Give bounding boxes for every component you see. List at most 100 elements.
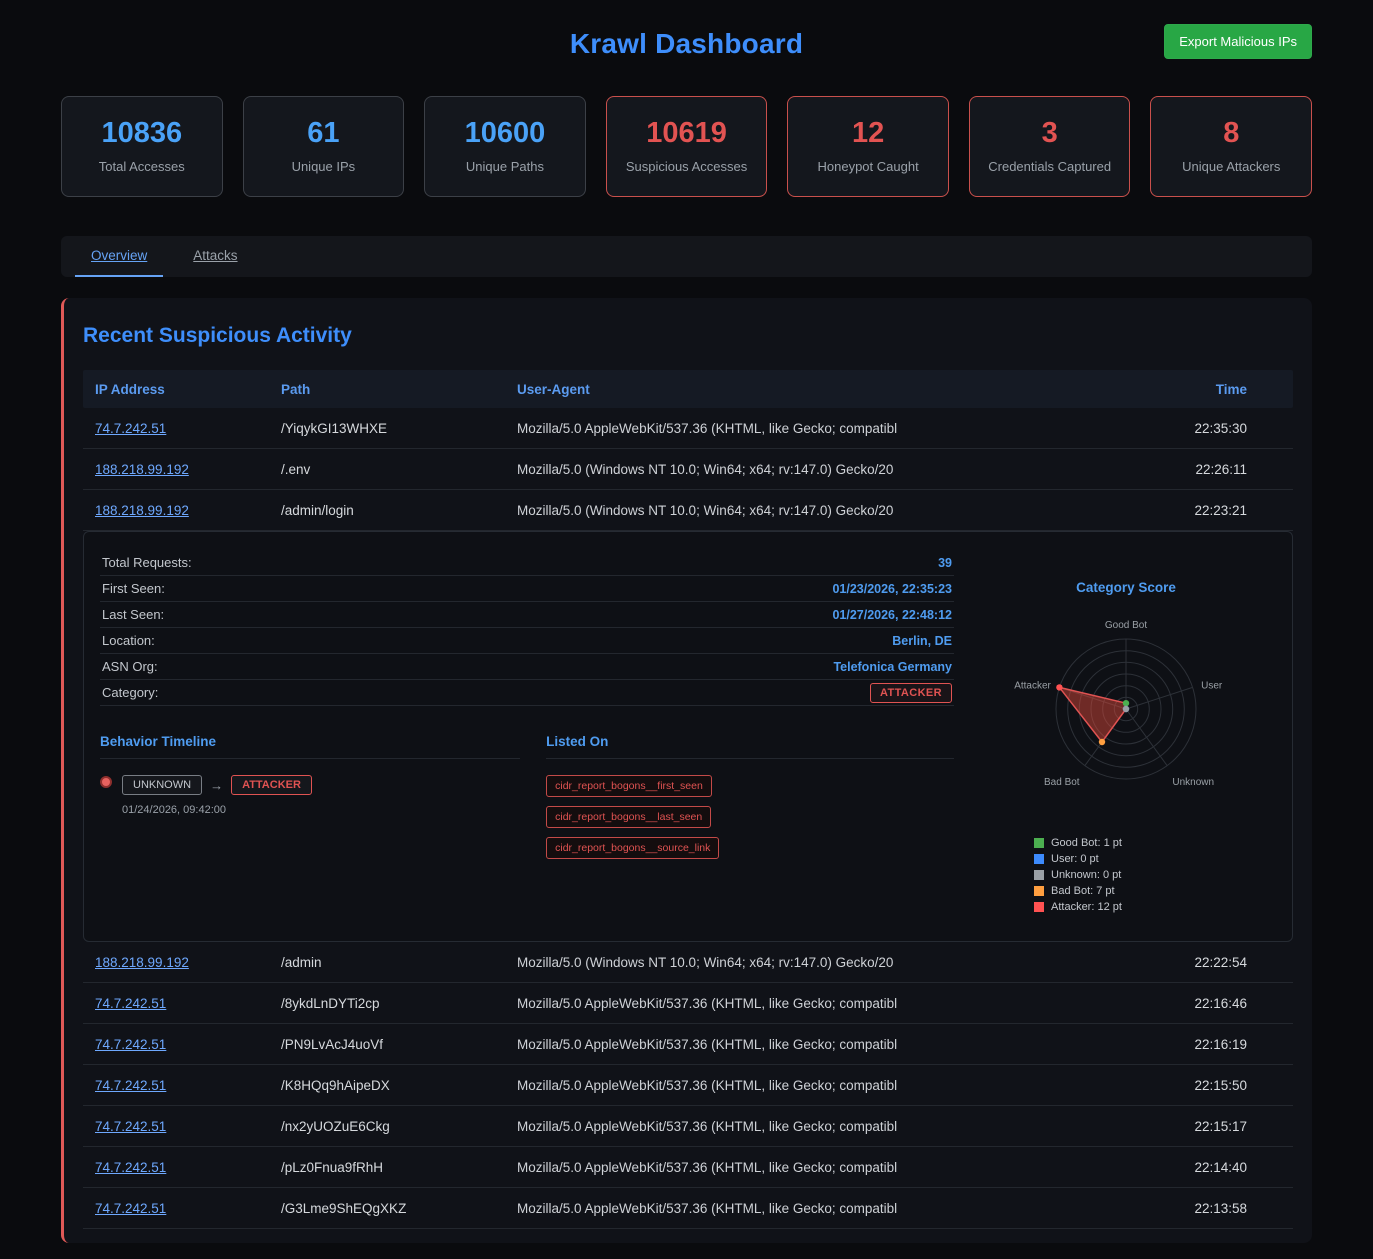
arrow-right-icon: → [210,778,223,793]
table-row[interactable]: 74.7.242.51/8ykdLnDYTi2cpMozilla/5.0 App… [83,983,1293,1024]
legend-label: Unknown: 0 pt [1051,869,1121,881]
detail-field-value: 01/23/2026, 22:35:23 [832,582,952,596]
table-rows-before-detail: 74.7.242.51/YiqykGI13WHXEMozilla/5.0 App… [83,408,1293,531]
table-row[interactable]: 74.7.242.51/G3Lme9ShEQgXKZMozilla/5.0 Ap… [83,1188,1293,1229]
ip-detail-fields-area: Total Requests:39First Seen:01/23/2026, … [100,550,954,917]
legend-label: User: 0 pt [1051,853,1099,865]
user-agent-cell: Mozilla/5.0 AppleWebKit/537.36 (KHTML, l… [517,1078,1151,1093]
page-title: Krawl Dashboard [61,16,1312,60]
radar-axis-label-attacker: Attacker [1014,681,1051,692]
timeline-event: UNKNOWN → ATTACKER 01/24/2026, 09:42:00 [100,775,520,816]
stat-value: 10836 [68,117,216,150]
suspicious-activity-panel: Recent Suspicious Activity IP AddressPat… [61,298,1312,1243]
ip-link[interactable]: 74.7.242.51 [95,1037,166,1052]
radar-point-attacker [1056,684,1062,690]
ip-cell: 74.7.242.51 [95,1160,281,1175]
table-row[interactable]: 74.7.242.51/YiqykGI13WHXEMozilla/5.0 App… [83,408,1293,449]
legend-swatch [1034,870,1044,880]
ip-link[interactable]: 74.7.242.51 [95,1160,166,1175]
ip-link[interactable]: 188.218.99.192 [95,503,189,518]
ip-cell: 74.7.242.51 [95,1201,281,1216]
radar-point-unknown [1123,706,1129,712]
ip-cell: 74.7.242.51 [95,996,281,1011]
path-cell: /admin [281,955,517,970]
stat-value: 10600 [431,117,579,150]
stat-value: 3 [976,117,1124,150]
chart-title: Category Score [976,580,1276,595]
ip-link[interactable]: 74.7.242.51 [95,996,166,1011]
listed-on-badge[interactable]: cidr_report_bogons__first_seen [546,775,712,797]
ip-cell: 188.218.99.192 [95,955,281,970]
table-row[interactable]: 74.7.242.51/pLz0Fnua9fRhHMozilla/5.0 App… [83,1147,1293,1188]
table-rows-after-detail: 188.218.99.192/adminMozilla/5.0 (Windows… [83,942,1293,1229]
time-cell: 22:14:40 [1151,1160,1281,1175]
stat-card-honeypot-caught: 12Honeypot Caught [787,96,949,197]
ip-link[interactable]: 74.7.242.51 [95,1078,166,1093]
stat-card-total-accesses: 10836Total Accesses [61,96,223,197]
stat-value: 12 [794,117,942,150]
legend-label: Attacker: 12 pt [1051,901,1122,913]
legend-label: Bad Bot: 7 pt [1051,885,1115,897]
timeline-to-badge: ATTACKER [231,775,312,795]
time-cell: 22:16:19 [1151,1037,1281,1052]
time-cell: 22:35:30 [1151,421,1281,436]
table-row[interactable]: 188.218.99.192/.envMozilla/5.0 (Windows … [83,449,1293,490]
table-row[interactable]: 188.218.99.192/adminMozilla/5.0 (Windows… [83,942,1293,983]
table-header-row: IP AddressPathUser-AgentTime [83,370,1293,408]
ip-link[interactable]: 188.218.99.192 [95,955,189,970]
path-cell: /nx2yUOZuE6Ckg [281,1119,517,1134]
tab-overview[interactable]: Overview [75,236,163,277]
detail-field-label: ASN Org: [102,659,158,674]
detail-field-total-requests: Total Requests:39 [100,550,954,576]
legend-item-attacker: Attacker: 12 pt [1034,901,1276,913]
radar-axis-label-unknown: Unknown [1172,777,1214,788]
detail-sub-sections: Behavior Timeline UNKNOWN → ATTACKER [100,734,954,859]
table-row[interactable]: 74.7.242.51/PN9LvAcJ4uoVfMozilla/5.0 App… [83,1024,1293,1065]
detail-field-asn-org: ASN Org:Telefonica Germany [100,654,954,680]
table-row[interactable]: 74.7.242.51/nx2yUOZuE6CkgMozilla/5.0 App… [83,1106,1293,1147]
detail-field-label: Total Requests: [102,555,192,570]
ip-cell: 74.7.242.51 [95,1078,281,1093]
user-agent-cell: Mozilla/5.0 AppleWebKit/537.36 (KHTML, l… [517,1201,1151,1216]
path-cell: /8ykdLnDYTi2cp [281,996,517,1011]
timeline-event-body: UNKNOWN → ATTACKER 01/24/2026, 09:42:00 [122,775,312,816]
stat-label: Credentials Captured [976,159,1124,174]
header: Krawl Dashboard Export Malicious IPs [61,16,1312,78]
column-header-path: Path [281,382,517,397]
timeline-timestamp: 01/24/2026, 09:42:00 [122,804,312,816]
user-agent-cell: Mozilla/5.0 AppleWebKit/537.36 (KHTML, l… [517,1160,1151,1175]
user-agent-cell: Mozilla/5.0 AppleWebKit/537.36 (KHTML, l… [517,1119,1151,1134]
ip-link[interactable]: 188.218.99.192 [95,462,189,477]
legend-item-unknown: Unknown: 0 pt [1034,869,1276,881]
ip-link[interactable]: 74.7.242.51 [95,1201,166,1216]
ip-link[interactable]: 74.7.242.51 [95,1119,166,1134]
stat-value: 10619 [613,117,761,150]
time-cell: 22:22:54 [1151,955,1281,970]
timeline-transition: UNKNOWN → ATTACKER [122,775,312,795]
table-row[interactable]: 74.7.242.51/K8HQq9hAipeDXMozilla/5.0 App… [83,1065,1293,1106]
radar-data-polygon [1059,687,1126,742]
legend-swatch [1034,838,1044,848]
time-cell: 22:15:50 [1151,1078,1281,1093]
listed-on-badges: cidr_report_bogons__first_seen cidr_repor… [546,775,866,859]
path-cell: /PN9LvAcJ4uoVf [281,1037,517,1052]
stat-label: Unique IPs [250,159,398,174]
path-cell: /G3Lme9ShEQgXKZ [281,1201,517,1216]
listed-on-badge[interactable]: cidr_report_bogons__source_link [546,837,719,859]
panel-title: Recent Suspicious Activity [83,324,1293,348]
activity-table: IP AddressPathUser-AgentTime 74.7.242.51… [83,370,1293,1229]
stat-card-unique-attackers: 8Unique Attackers [1150,96,1312,197]
export-malicious-ips-button[interactable]: Export Malicious IPs [1164,24,1312,59]
legend-item-good-bot: Good Bot: 1 pt [1034,837,1276,849]
stat-card-unique-paths: 10600Unique Paths [424,96,586,197]
tab-attacks[interactable]: Attacks [177,236,253,277]
radar-axis-label-user: User [1201,681,1223,692]
tabs-bar: Overview Attacks [61,236,1312,277]
time-cell: 22:16:46 [1151,996,1281,1011]
path-cell: /YiqykGI13WHXE [281,421,517,436]
path-cell: /admin/login [281,503,517,518]
listed-on-badge[interactable]: cidr_report_bogons__last_seen [546,806,711,828]
detail-fields: Total Requests:39First Seen:01/23/2026, … [100,550,954,706]
table-row[interactable]: 188.218.99.192/admin/loginMozilla/5.0 (W… [83,490,1293,531]
ip-link[interactable]: 74.7.242.51 [95,421,166,436]
